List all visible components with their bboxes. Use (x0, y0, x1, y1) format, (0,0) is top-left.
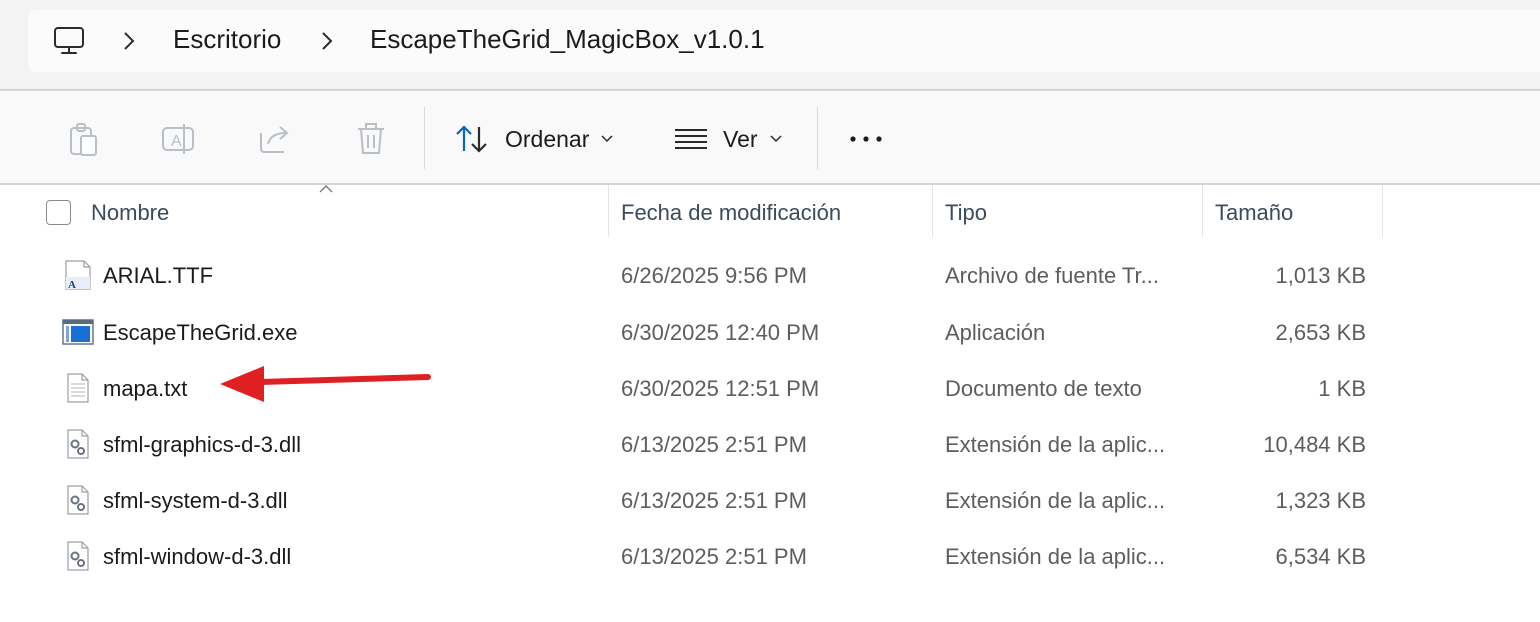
svg-text:A: A (171, 133, 182, 150)
file-date: 6/26/2025 9:56 PM (621, 263, 807, 288)
font-file-icon: A (65, 260, 91, 291)
sort-label: Ordenar (505, 125, 590, 152)
column-divider[interactable] (608, 185, 609, 237)
file-row[interactable]: sfml-graphics-d-3.dll 6/13/2025 2:51 PM … (0, 416, 1540, 472)
file-name: sfml-window-d-3.dll (103, 544, 292, 569)
view-list-icon (675, 129, 707, 149)
column-divider[interactable] (932, 185, 933, 237)
toolbar-separator (424, 107, 425, 169)
address-bar-region: Escritorio EscapeTheGrid_MagicBox_v1.0.1 (0, 0, 1540, 90)
sort-button[interactable]: Ordenar (454, 119, 613, 159)
file-type: Archivo de fuente Tr... (945, 263, 1160, 288)
file-type: Aplicación (945, 320, 1046, 345)
rename-icon[interactable]: A (158, 119, 198, 159)
column-header-size[interactable]: Tamaño (1215, 200, 1293, 226)
chevron-right-icon[interactable] (122, 30, 136, 52)
exe-file-icon (62, 319, 94, 345)
file-row[interactable]: A ARIAL.TTF 6/26/2025 9:56 PM Archivo de… (0, 247, 1540, 303)
dll-file-icon (67, 429, 89, 459)
paste-icon[interactable] (64, 119, 104, 159)
file-size: 1,323 KB (1275, 488, 1366, 513)
file-type: Extensión de la aplic... (945, 432, 1166, 457)
column-header-row: Nombre Fecha de modificación Tipo Tamaño (0, 185, 1540, 237)
svg-text:A: A (68, 279, 76, 291)
delete-icon[interactable] (351, 119, 391, 159)
toolbar-separator (817, 107, 818, 169)
breadcrumb-item-escritorio[interactable]: Escritorio (173, 24, 281, 55)
file-name: sfml-system-d-3.dll (103, 488, 288, 513)
text-file-icon (67, 373, 89, 403)
breadcrumb-item-folder[interactable]: EscapeTheGrid_MagicBox_v1.0.1 (370, 24, 765, 55)
dll-file-icon (67, 485, 89, 515)
chevron-down-icon (601, 135, 613, 143)
column-header-date[interactable]: Fecha de modificación (621, 200, 841, 226)
annotation-arrow (220, 366, 431, 402)
select-all-checkbox[interactable] (46, 200, 71, 225)
share-icon[interactable] (255, 119, 295, 159)
view-label: Ver (723, 125, 758, 152)
file-row[interactable]: sfml-window-d-3.dll 6/13/2025 2:51 PM Ex… (0, 528, 1540, 584)
sort-icon (456, 125, 487, 153)
more-icon[interactable] (846, 119, 886, 159)
computer-icon[interactable] (52, 24, 86, 58)
file-size: 10,484 KB (1263, 432, 1366, 457)
column-divider[interactable] (1382, 185, 1383, 237)
command-bar: A Ordenar Ver (0, 91, 1540, 184)
file-size: 6,534 KB (1275, 544, 1366, 569)
file-size: 2,653 KB (1275, 320, 1366, 345)
file-name: sfml-graphics-d-3.dll (103, 432, 302, 457)
file-date: 6/30/2025 12:51 PM (621, 376, 820, 401)
file-type: Extensión de la aplic... (945, 488, 1166, 513)
file-date: 6/13/2025 2:51 PM (621, 432, 807, 457)
column-header-name[interactable]: Nombre (91, 200, 169, 226)
file-date: 6/30/2025 12:40 PM (621, 320, 820, 345)
chevron-right-icon[interactable] (320, 30, 334, 52)
file-row[interactable]: EscapeTheGrid.exe 6/30/2025 12:40 PM Apl… (0, 304, 1540, 360)
file-size: 1,013 KB (1275, 263, 1366, 288)
chevron-down-icon (770, 135, 782, 143)
column-divider[interactable] (1202, 185, 1203, 237)
file-date: 6/13/2025 2:51 PM (621, 544, 807, 569)
file-size: 1 KB (1318, 376, 1366, 401)
file-name: ARIAL.TTF (103, 263, 214, 288)
file-row[interactable]: sfml-system-d-3.dll 6/13/2025 2:51 PM Ex… (0, 472, 1540, 528)
file-type: Documento de texto (945, 376, 1142, 401)
file-name: mapa.txt (103, 376, 188, 401)
file-type: Extensión de la aplic... (945, 544, 1166, 569)
dll-file-icon (67, 541, 89, 571)
file-name: EscapeTheGrid.exe (103, 320, 298, 345)
column-header-type[interactable]: Tipo (945, 200, 987, 226)
file-date: 6/13/2025 2:51 PM (621, 488, 807, 513)
breadcrumb[interactable]: Escritorio EscapeTheGrid_MagicBox_v1.0.1 (28, 10, 1540, 72)
view-button[interactable]: Ver (674, 119, 782, 159)
